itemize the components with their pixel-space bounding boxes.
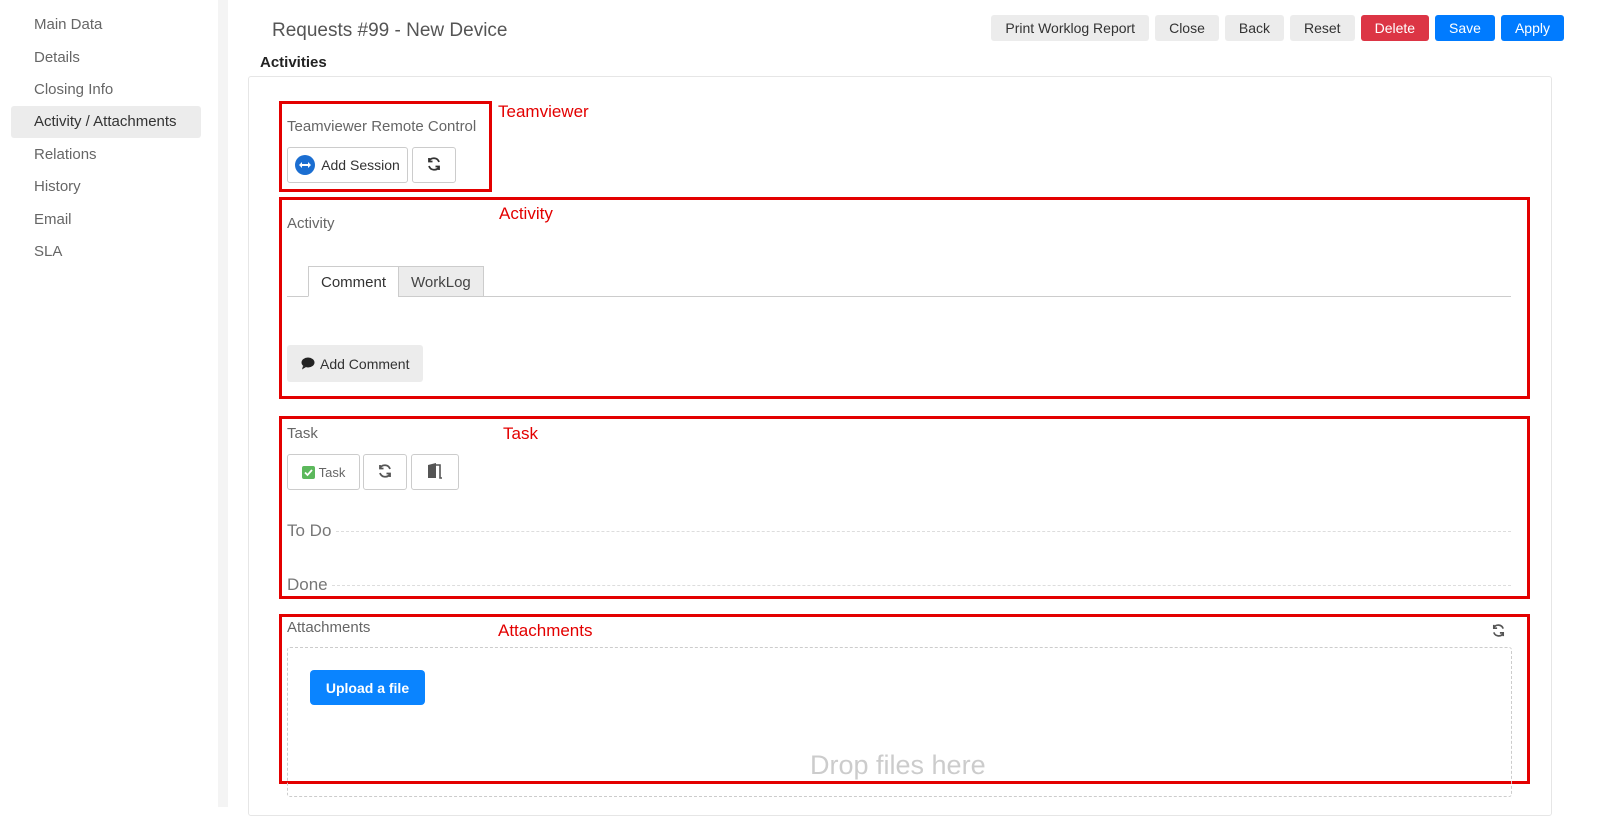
add-comment-button[interactable]: Add Comment bbox=[287, 345, 424, 382]
tab-comment[interactable]: Comment bbox=[308, 266, 400, 297]
add-task-button[interactable]: Task bbox=[287, 454, 360, 490]
task-label: Task bbox=[287, 425, 318, 442]
refresh-icon bbox=[377, 463, 393, 482]
apply-button[interactable]: Apply bbox=[1500, 15, 1564, 41]
activity-annotation-box bbox=[279, 197, 1530, 399]
checkbox-icon bbox=[301, 465, 315, 479]
tab-worklog[interactable]: WorkLog bbox=[398, 266, 484, 297]
sidebar: Main Data Details Closing Info Activity … bbox=[0, 0, 218, 807]
door-exit-icon bbox=[427, 462, 443, 482]
sidebar-divider bbox=[218, 0, 228, 807]
task-annotation-box bbox=[279, 416, 1530, 599]
attachments-refresh-icon[interactable] bbox=[1491, 623, 1506, 643]
sidebar-item-details[interactable]: Details bbox=[11, 42, 201, 74]
sidebar-item-email[interactable]: Email bbox=[11, 204, 201, 236]
save-button[interactable]: Save bbox=[1435, 15, 1495, 41]
upload-file-button[interactable]: Upload a file bbox=[310, 670, 425, 705]
sidebar-item-activity-attachments[interactable]: Activity / Attachments bbox=[11, 106, 201, 138]
teamviewer-annotation-label: Teamviewer bbox=[498, 102, 589, 121]
reset-button[interactable]: Reset bbox=[1290, 15, 1355, 41]
delete-button[interactable]: Delete bbox=[1360, 15, 1430, 41]
task-annotation-label: Task bbox=[503, 424, 538, 443]
done-divider bbox=[332, 585, 1511, 586]
teamviewer-icon bbox=[295, 155, 316, 175]
sidebar-item-history[interactable]: History bbox=[11, 171, 201, 203]
done-heading: Done bbox=[287, 575, 328, 594]
section-heading: Activities bbox=[260, 54, 327, 71]
todo-divider bbox=[336, 531, 1511, 532]
refresh-icon bbox=[426, 156, 442, 175]
sidebar-item-main-data[interactable]: Main Data bbox=[11, 9, 201, 41]
activity-annotation-label: Activity bbox=[499, 204, 553, 223]
add-task-label: Task bbox=[318, 464, 346, 480]
teamviewer-refresh-button[interactable] bbox=[412, 147, 456, 183]
attachments-annotation-label: Attachments bbox=[498, 621, 593, 640]
page-title: Requests #99 - New Device bbox=[272, 20, 508, 41]
sidebar-item-relations[interactable]: Relations bbox=[11, 139, 201, 171]
toolbar: Print Worklog Report Close Back Reset De… bbox=[991, 15, 1564, 41]
sidebar-item-closing-info[interactable]: Closing Info bbox=[11, 74, 201, 106]
back-button[interactable]: Back bbox=[1224, 15, 1284, 41]
add-comment-label: Add Comment bbox=[320, 355, 410, 372]
activity-label: Activity bbox=[287, 215, 335, 232]
print-worklog-report-button[interactable]: Print Worklog Report bbox=[991, 15, 1150, 41]
todo-heading: To Do bbox=[287, 521, 332, 540]
sidebar-item-sla[interactable]: SLA bbox=[11, 236, 201, 268]
add-session-label: Add Session bbox=[321, 157, 400, 173]
task-exit-button[interactable] bbox=[411, 454, 459, 490]
drop-files-text: Drop files here bbox=[810, 750, 986, 780]
teamviewer-label: Teamviewer Remote Control bbox=[287, 118, 477, 135]
comment-icon bbox=[301, 357, 315, 370]
task-refresh-button[interactable] bbox=[363, 454, 407, 490]
close-button[interactable]: Close bbox=[1155, 15, 1219, 41]
add-session-button[interactable]: Add Session bbox=[287, 147, 408, 183]
attachments-label: Attachments bbox=[287, 619, 371, 636]
